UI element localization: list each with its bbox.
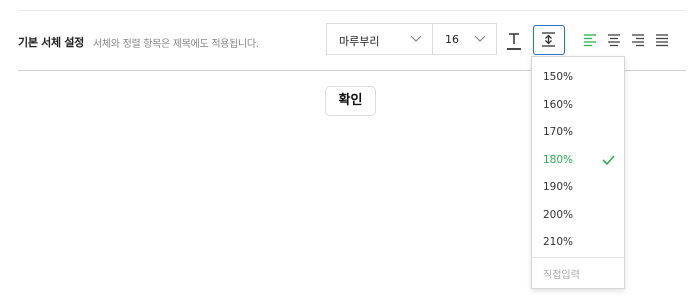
font-family-select[interactable]: 마루부리: [326, 23, 433, 55]
top-divider: [18, 10, 686, 11]
line-height-button[interactable]: [533, 25, 565, 55]
chevron-down-icon: [474, 35, 486, 42]
line-height-option[interactable]: 200%: [543, 209, 573, 221]
underline-button[interactable]: [500, 27, 528, 53]
confirm-button[interactable]: 확인: [325, 86, 376, 116]
font-size-value: 16: [445, 33, 459, 46]
chevron-down-icon: [410, 35, 422, 42]
align-justify-button[interactable]: [648, 27, 676, 53]
line-height-option[interactable]: 150%: [543, 71, 573, 83]
dropdown-divider: [532, 257, 624, 258]
line-height-option-selected[interactable]: 180%: [543, 154, 573, 166]
check-icon: [602, 155, 615, 165]
line-height-option[interactable]: 210%: [543, 236, 573, 248]
section-title: 기본 서체 설정: [18, 36, 84, 49]
line-height-option[interactable]: 170%: [543, 126, 573, 138]
line-height-option[interactable]: 190%: [543, 181, 573, 193]
section-description: 서체와 정렬 항목은 제목에도 적용됩니다.: [93, 39, 259, 50]
line-height-dropdown: 150% 160% 170% 180% 190% 200% 210% 직접입력: [531, 56, 625, 289]
font-size-select[interactable]: 16: [432, 23, 497, 55]
underline-icon: [507, 33, 521, 50]
align-justify-icon: [656, 34, 668, 47]
font-family-value: 마루부리: [339, 35, 380, 48]
font-toolbar: 마루부리 16: [326, 23, 686, 57]
line-height-option[interactable]: 160%: [543, 99, 573, 111]
line-height-icon: [542, 32, 555, 47]
custom-line-height-option[interactable]: 직접입력: [543, 266, 580, 281]
